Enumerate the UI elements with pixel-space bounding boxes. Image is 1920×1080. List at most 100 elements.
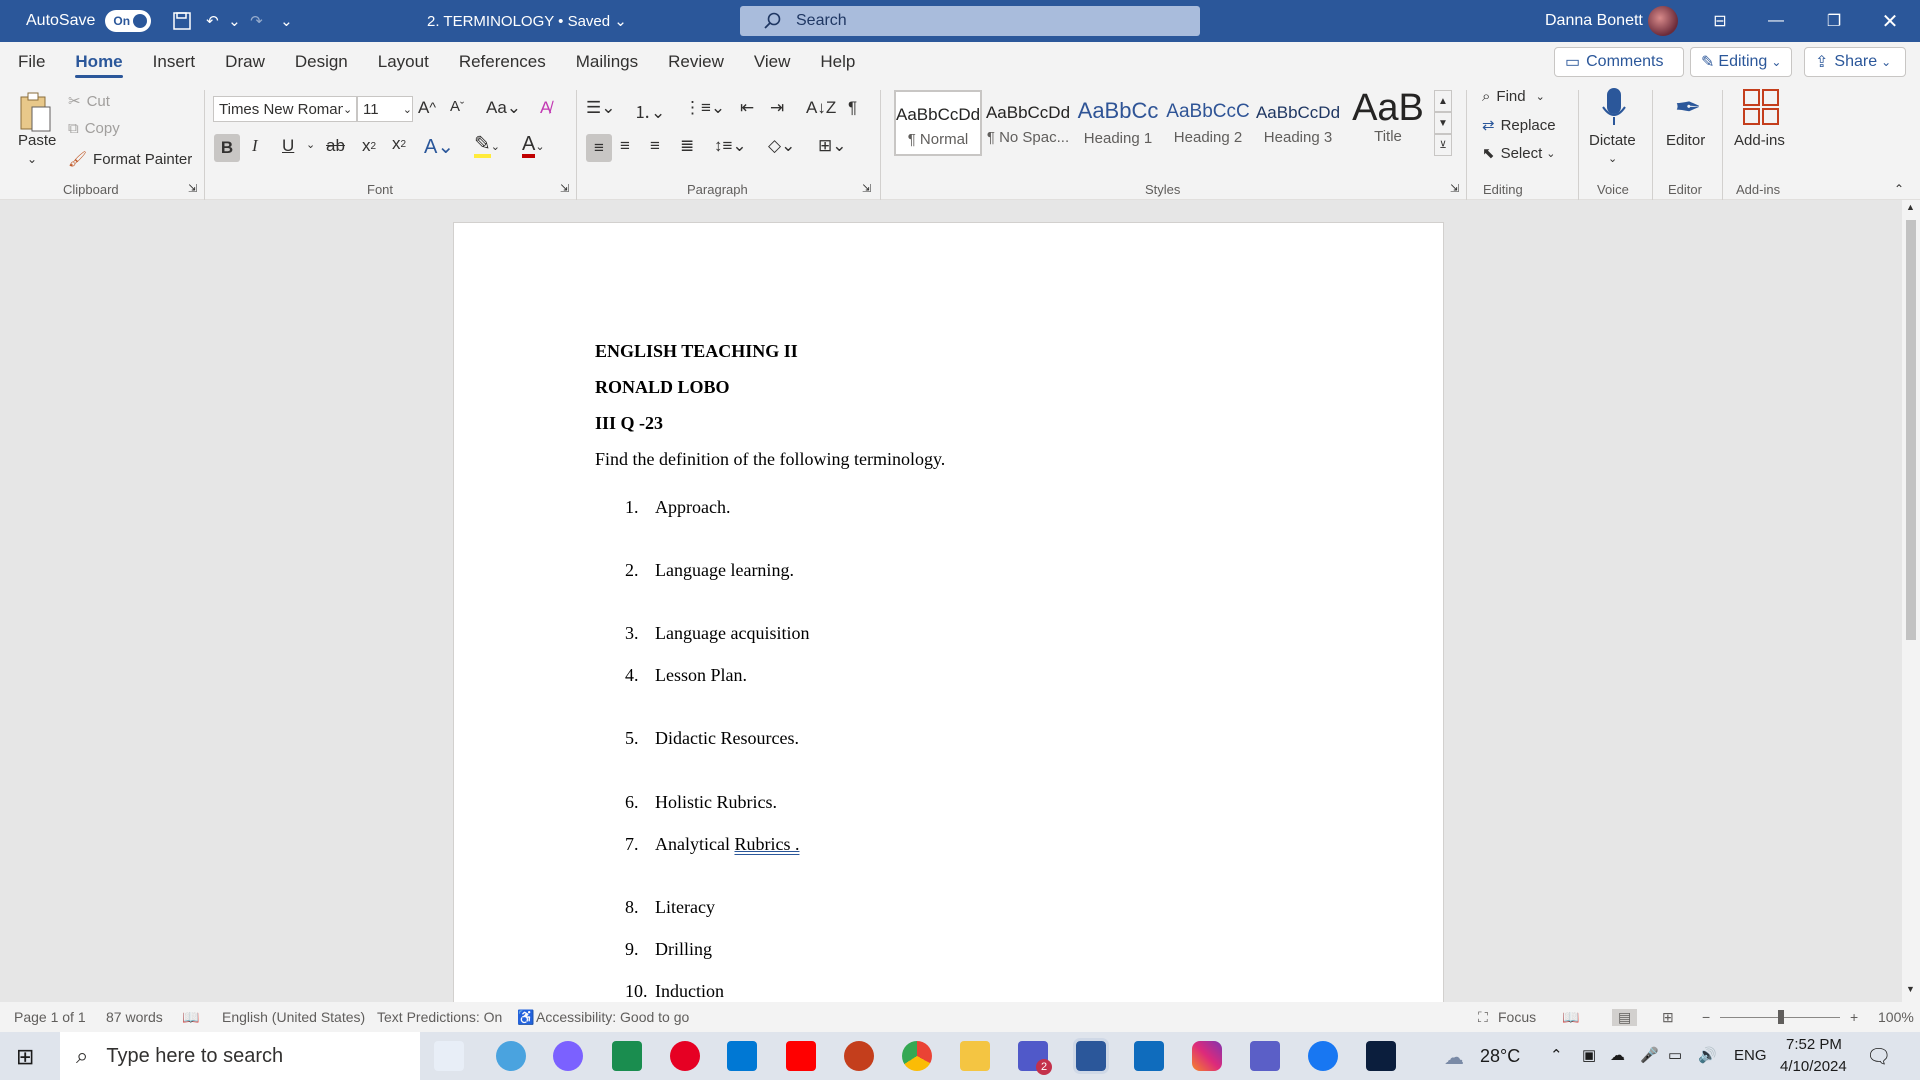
zoom-in-icon[interactable]: +	[1850, 1009, 1858, 1025]
replace-button[interactable]: ⇄ Replace	[1482, 116, 1556, 135]
youtube-icon[interactable]	[786, 1041, 816, 1071]
clear-formatting-icon[interactable]: A̸	[540, 98, 551, 118]
word-icon[interactable]	[1073, 1038, 1109, 1074]
style-normal[interactable]: AaBbCcDd ¶ Normal	[894, 90, 982, 156]
calculator-icon[interactable]	[612, 1041, 642, 1071]
shrink-font-icon[interactable]: Aˇ	[450, 98, 464, 115]
web-layout-icon[interactable]: ⊞	[1662, 1009, 1674, 1026]
decrease-indent-icon[interactable]: ⇤	[740, 98, 754, 118]
copilot-icon[interactable]	[553, 1041, 583, 1071]
show-formatting-icon[interactable]: ¶	[848, 98, 857, 118]
meet-now-icon[interactable]: ▣	[1582, 1046, 1596, 1064]
justify-icon[interactable]: ≣	[680, 136, 694, 156]
font-size-select[interactable]: 11 ⌄	[357, 96, 413, 122]
instagram-icon[interactable]	[1192, 1041, 1222, 1071]
italic-button[interactable]: I	[252, 136, 258, 156]
tab-design[interactable]: Design	[280, 42, 363, 82]
format-painter-button[interactable]: 🖌 Format Painter	[68, 150, 192, 169]
multilevel-list-icon[interactable]: ⋮≡⌄	[684, 98, 725, 118]
increase-indent-icon[interactable]: ⇥	[770, 98, 784, 118]
tab-insert[interactable]: Insert	[138, 42, 211, 82]
document-page[interactable]: ENGLISH TEACHING II RONALD LOBO III Q -2…	[453, 222, 1444, 1002]
print-layout-icon[interactable]: ▤	[1612, 1008, 1638, 1026]
ribbon-display-icon[interactable]: ⊟	[1700, 6, 1740, 36]
strikethrough-button[interactable]: ab	[326, 136, 345, 156]
undo-icon[interactable]: ↶	[197, 6, 227, 36]
task-view-icon[interactable]	[434, 1041, 464, 1071]
share-button[interactable]: ⇪ Share ⌄	[1804, 47, 1906, 77]
editing-mode-button[interactable]: ✎ Editing ⌄	[1690, 47, 1792, 77]
font-color-icon[interactable]: A ⌄	[522, 134, 545, 158]
weather-icon[interactable]: ☁	[1444, 1045, 1464, 1070]
font-name-select[interactable]: Times New Roman ⌄	[213, 96, 357, 122]
dictate-dropdown-icon[interactable]: ⌄	[1608, 152, 1617, 165]
read-mode-icon[interactable]: 📖	[1562, 1009, 1579, 1026]
style-no-spacing[interactable]: AaBbCcDd ¶ No Spac...	[984, 90, 1072, 156]
tab-mailings[interactable]: Mailings	[561, 42, 653, 82]
avatar[interactable]	[1648, 6, 1678, 36]
onedrive-icon[interactable]: ☁	[1610, 1046, 1625, 1064]
align-center-icon[interactable]: ≡	[620, 136, 630, 156]
teams-icon[interactable]: 2	[1018, 1041, 1052, 1075]
grow-font-icon[interactable]: A ^	[418, 98, 436, 118]
teams-classic-icon[interactable]	[1250, 1041, 1280, 1071]
dictate-button[interactable]: Dictate	[1589, 132, 1636, 149]
change-case-icon[interactable]: Aa⌄	[486, 98, 521, 118]
tab-help[interactable]: Help	[805, 42, 870, 82]
addins-button[interactable]: Add-ins	[1734, 132, 1785, 149]
store-icon[interactable]	[727, 1041, 757, 1071]
taskbar-search[interactable]: ⌕ Type here to search	[60, 1032, 420, 1080]
accessibility-status[interactable]: Accessibility: Good to go	[536, 1009, 689, 1025]
editor-pen-icon[interactable]: ✒	[1668, 86, 1708, 128]
vertical-scrollbar[interactable]: ▲ ▼	[1902, 200, 1920, 1002]
paste-icon[interactable]	[16, 88, 56, 136]
highlight-icon[interactable]: ✎ ⌄	[474, 134, 500, 158]
windows-start-icon[interactable]: ⊞	[16, 1044, 34, 1070]
notifications-icon[interactable]: 🗨	[1866, 1044, 1891, 1069]
clock-time[interactable]: 7:52 PM	[1786, 1036, 1842, 1053]
subscript-button[interactable]: x2	[362, 136, 376, 156]
facebook-icon[interactable]	[1308, 1041, 1338, 1071]
text-predictions-status[interactable]: Text Predictions: On	[377, 1009, 502, 1025]
underline-button[interactable]: U	[282, 136, 294, 156]
styles-scroll-up-icon[interactable]: ▲	[1434, 90, 1452, 112]
scroll-down-icon[interactable]: ▼	[1906, 984, 1915, 994]
text-effects-icon[interactable]: A⌄	[424, 134, 454, 159]
zoom-out-icon[interactable]: −	[1702, 1009, 1710, 1025]
microphone-icon[interactable]: 🎤	[1640, 1046, 1659, 1064]
user-name[interactable]: Danna Bonett	[1545, 12, 1643, 30]
find-button[interactable]: ⌕ Find ⌄	[1482, 88, 1545, 105]
dialog-launcher-icon[interactable]: ⇲	[862, 182, 871, 195]
dialog-launcher-icon[interactable]: ⇲	[560, 182, 569, 195]
tab-view[interactable]: View	[739, 42, 806, 82]
superscript-button[interactable]: x2	[392, 134, 406, 154]
style-title[interactable]: AaB Title	[1344, 88, 1432, 156]
line-spacing-icon[interactable]: ↕≡⌄	[714, 136, 747, 156]
outlook-icon[interactable]	[1134, 1041, 1164, 1071]
redo-icon[interactable]: ↷	[241, 6, 271, 36]
dialog-launcher-icon[interactable]: ⇲	[188, 182, 197, 195]
disney-plus-icon[interactable]	[1366, 1041, 1396, 1071]
styles-scroll-down-icon[interactable]: ▼	[1434, 112, 1452, 134]
pinterest-icon[interactable]	[670, 1041, 700, 1071]
style-heading-3[interactable]: AaBbCcDd Heading 3	[1254, 90, 1342, 156]
minimize-icon[interactable]: —	[1756, 6, 1796, 36]
styles-more-icon[interactable]: ⊻	[1434, 134, 1452, 156]
bullets-icon[interactable]: ☰⌄	[586, 98, 615, 118]
paste-dropdown-icon[interactable]: ⌄	[27, 152, 37, 166]
zoom-level[interactable]: 100%	[1878, 1009, 1914, 1025]
focus-button[interactable]: Focus	[1498, 1009, 1536, 1025]
autosave-toggle[interactable]: On	[105, 10, 152, 32]
style-heading-1[interactable]: AaBbCc Heading 1	[1074, 90, 1162, 156]
proofing-icon[interactable]: 📖	[182, 1009, 199, 1026]
tab-review[interactable]: Review	[653, 42, 739, 82]
select-button[interactable]: ⬉ Select ⌄	[1482, 144, 1556, 163]
page-count[interactable]: Page 1 of 1	[14, 1009, 86, 1025]
shading-icon[interactable]: ◇⌄	[768, 136, 795, 156]
bold-button[interactable]: B	[214, 134, 240, 162]
zoom-slider-thumb[interactable]	[1778, 1010, 1784, 1024]
microphone-icon[interactable]	[1596, 86, 1632, 128]
save-icon[interactable]	[167, 6, 197, 36]
scrollbar-thumb[interactable]	[1906, 220, 1916, 640]
document-body[interactable]: ENGLISH TEACHING II RONALD LOBO III Q -2…	[595, 341, 945, 1001]
